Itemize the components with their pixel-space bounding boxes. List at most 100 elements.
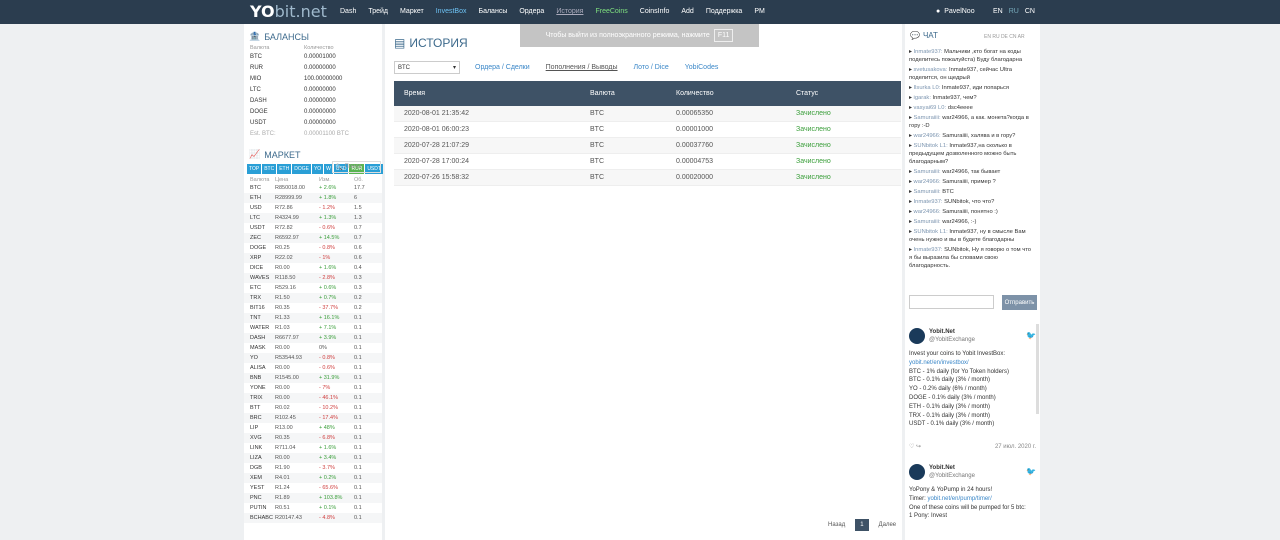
market-currency: LIZA: [250, 455, 262, 461]
chat-nick[interactable]: war24966:: [914, 179, 941, 185]
market-row[interactable]: LIZA R0.00 + 3.4% 0.1: [244, 453, 382, 463]
market-tab-yo[interactable]: YO: [311, 164, 324, 174]
nav-item-coinsinfo[interactable]: CoinsInfo: [640, 8, 670, 15]
page-1-button[interactable]: 1: [855, 519, 869, 531]
logo[interactable]: YObit.net: [250, 2, 327, 21]
market-row[interactable]: YEST R1.24 - 65.6% 0.1: [244, 483, 382, 493]
chat-nick[interactable]: Samuraiiii:: [914, 169, 941, 175]
market-tab-btc[interactable]: BTC: [262, 164, 277, 174]
market-row[interactable]: WAVES R118.50 - 2.8% 0.3: [244, 273, 382, 283]
chat-nick[interactable]: igarak:: [914, 95, 931, 101]
market-row[interactable]: USDT R72.82 - 0.6% 0.7: [244, 223, 382, 233]
market-row[interactable]: PNC R1.89 + 103.8% 0.1: [244, 493, 382, 503]
chat-nick[interactable]: Samuraiiii:: [914, 189, 941, 195]
user-menu[interactable]: ● PavelNoo: [936, 8, 975, 15]
market-price: R0.51: [275, 505, 290, 511]
market-row[interactable]: BTT R0.02 - 10.2% 0.1: [244, 403, 382, 413]
tweet-handle[interactable]: @YobitExchange: [929, 336, 975, 344]
tweet-name[interactable]: Yobit.Net: [929, 328, 975, 336]
chat-nick[interactable]: Samuraiiii:: [914, 219, 941, 225]
send-button[interactable]: Отправить: [1002, 295, 1037, 310]
market-tab-eth[interactable]: ETH: [277, 164, 292, 174]
lang-en[interactable]: EN: [993, 8, 1003, 15]
chat-nick[interactable]: war24966:: [914, 133, 941, 139]
market-row[interactable]: DICE R0.00 + 1.6% 0.4: [244, 263, 382, 273]
market-change: - 6.8%: [319, 435, 335, 441]
nav-item-маркет[interactable]: Маркет: [400, 8, 424, 15]
next-page-button[interactable]: Далее: [879, 522, 897, 528]
lang-cn[interactable]: CN: [1025, 8, 1035, 15]
market-row[interactable]: TNT R1.33 + 16.1% 0.1: [244, 313, 382, 323]
market-row[interactable]: ALISA R0.00 - 0.6% 0.1: [244, 363, 382, 373]
market-row[interactable]: XRP R22.02 - 1% 0.6: [244, 253, 382, 263]
nav-item-investbox[interactable]: InvestBox: [436, 8, 467, 15]
prev-page-button[interactable]: Назад: [828, 522, 845, 528]
nav-item-pm[interactable]: PM: [754, 8, 765, 15]
market-row[interactable]: BCHABC R20147.43 - 4.8% 0.1: [244, 513, 382, 523]
market-row[interactable]: XEM R4.01 + 0.2% 0.1: [244, 473, 382, 483]
market-row[interactable]: LINK R711.04 + 1.6% 0.1: [244, 443, 382, 453]
nav-item-поддержка[interactable]: Поддержка: [706, 8, 743, 15]
chat-input[interactable]: [909, 295, 994, 309]
lang-ru[interactable]: RU: [1009, 8, 1019, 15]
market-row[interactable]: LIP R13.00 + 48% 0.1: [244, 423, 382, 433]
history-link-2[interactable]: Лото / Dice: [634, 64, 669, 71]
market-row[interactable]: DGB R1.90 - 3.7% 0.1: [244, 463, 382, 473]
tweet-link[interactable]: yobit.net/en/pump/timer/: [927, 496, 991, 502]
market-row[interactable]: PUTIN R0.51 + 0.1% 0.1: [244, 503, 382, 513]
market-row[interactable]: YO R53544.93 - 0.8% 0.1: [244, 353, 382, 363]
currency-select[interactable]: BTC ▾: [394, 61, 460, 74]
history-link-3[interactable]: YobiCodes: [685, 64, 719, 71]
market-tab-doge[interactable]: DOGE: [292, 164, 311, 174]
tweet-date[interactable]: 27 июл. 2020 г.: [995, 443, 1036, 452]
chat-nick[interactable]: war24966:: [914, 209, 941, 215]
chat-nick[interactable]: Samuraiiii:: [914, 115, 941, 121]
chat-nick[interactable]: SUNbitok L1:: [914, 143, 948, 149]
market-row[interactable]: USD R72.86 - 1.2% 1.5: [244, 203, 382, 213]
market-row[interactable]: TRX R1.50 + 0.7% 0.2: [244, 293, 382, 303]
market-search-input[interactable]: 🔍 Поиск: [332, 161, 381, 173]
chat-lang-switch[interactable]: EN RU DE CN AR: [984, 34, 1025, 40]
market-row[interactable]: BNB R1545.00 + 31.9% 0.1: [244, 373, 382, 383]
tweet-name[interactable]: Yobit.Net: [929, 464, 975, 472]
market-row[interactable]: ETC R529.16 + 0.6% 0.3: [244, 283, 382, 293]
language-switcher: EN RU CN: [993, 8, 1035, 15]
market-row[interactable]: ZEC R6592.97 + 14.5% 0.7: [244, 233, 382, 243]
tweets-scrollbar[interactable]: [1036, 324, 1039, 414]
history-link-1[interactable]: Пополнения / Выводы: [546, 64, 618, 71]
nav-item-трейд[interactable]: Трейд: [368, 8, 388, 15]
market-row[interactable]: LTC R4324.99 + 1.3% 1.3: [244, 213, 382, 223]
chat-nick[interactable]: Inmate937:: [914, 247, 943, 253]
chat-nick[interactable]: Inmate937:: [914, 199, 943, 205]
twitter-icon[interactable]: 🐦: [1026, 467, 1036, 477]
twitter-icon[interactable]: 🐦: [1026, 331, 1036, 341]
nav-item-add[interactable]: Add: [681, 8, 693, 15]
chat-nick[interactable]: Inmate937:: [914, 49, 943, 55]
nav-item-ордера[interactable]: Ордера: [519, 8, 544, 15]
nav-item-балансы[interactable]: Балансы: [478, 8, 507, 15]
market-row[interactable]: ETH R28999.99 + 1.8% 6: [244, 193, 382, 203]
market-row[interactable]: WATER R1.03 + 7.1% 0.1: [244, 323, 382, 333]
market-row[interactable]: XVG R0.35 - 6.8% 0.1: [244, 433, 382, 443]
heart-icon[interactable]: ♡: [909, 444, 916, 450]
tweet-handle[interactable]: @YobitExchange: [929, 472, 975, 480]
market-row[interactable]: DASH R6677.97 + 3.9% 0.1: [244, 333, 382, 343]
nav-item-история[interactable]: История: [556, 8, 583, 15]
market-tab-top[interactable]: TOP: [247, 164, 262, 174]
chat-nick[interactable]: vasyai69 L0:: [914, 105, 947, 111]
market-row[interactable]: BRC R102.45 - 17.4% 0.1: [244, 413, 382, 423]
market-row[interactable]: DOGE R0.25 - 0.8% 0.6: [244, 243, 382, 253]
history-link-0[interactable]: Ордера / Сделки: [475, 64, 530, 71]
tweet-link[interactable]: yobit.net/en/investbox/: [909, 360, 969, 366]
market-row[interactable]: TRIX R0.00 - 46.1% 0.1: [244, 393, 382, 403]
nav-item-dash[interactable]: Dash: [340, 8, 356, 15]
market-row[interactable]: MASK R0.00 0% 0.1: [244, 343, 382, 353]
chat-nick[interactable]: svetusakova:: [914, 67, 948, 73]
chat-nick[interactable]: SUNbitok L1:: [914, 229, 948, 235]
market-row[interactable]: YONE R0.00 - 7% 0.1: [244, 383, 382, 393]
nav-item-freecoins[interactable]: FreeCoins: [595, 8, 627, 15]
chat-nick[interactable]: Ilsurka L0:: [914, 85, 941, 91]
market-row[interactable]: BIT16 R0.35 - 37.7% 0.2: [244, 303, 382, 313]
market-row[interactable]: BTC R850018.00 + 2.6% 17.7: [244, 183, 382, 193]
share-icon[interactable]: ↪: [916, 444, 921, 450]
